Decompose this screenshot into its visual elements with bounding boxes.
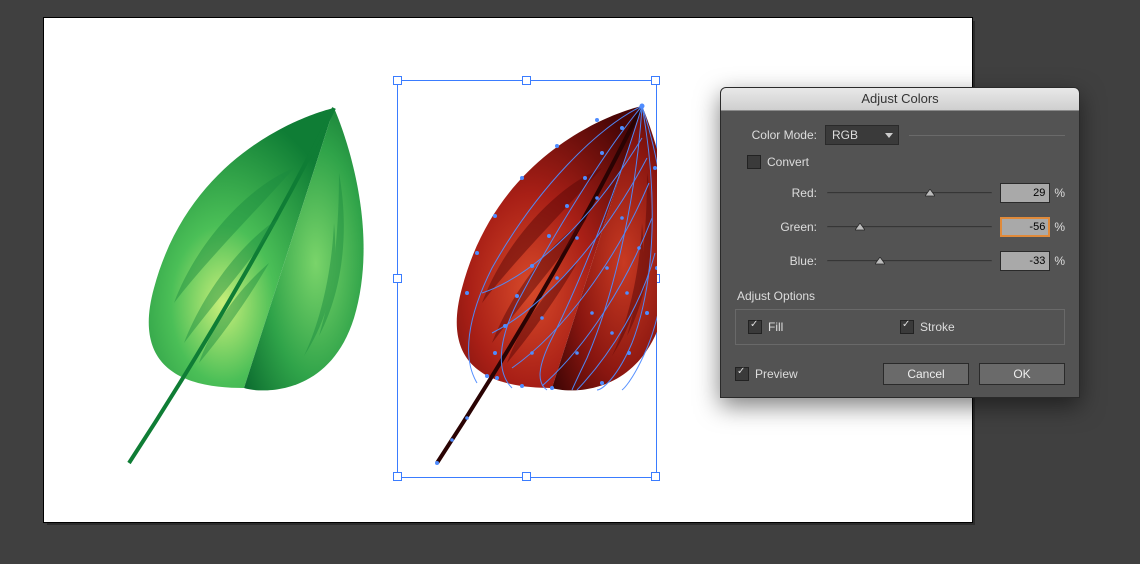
percent-label: % xyxy=(1054,254,1065,268)
percent-label: % xyxy=(1054,220,1065,234)
slider-label: Green: xyxy=(735,220,825,234)
dialog-title[interactable]: Adjust Colors xyxy=(721,88,1079,111)
cancel-button[interactable]: Cancel xyxy=(883,363,969,385)
fill-checkbox[interactable] xyxy=(748,320,762,334)
percent-label: % xyxy=(1054,186,1065,200)
convert-checkbox[interactable] xyxy=(747,155,761,169)
divider xyxy=(909,135,1065,136)
preview-label: Preview xyxy=(755,367,798,381)
slider-label: Red: xyxy=(735,186,825,200)
blue-slider[interactable] xyxy=(827,254,992,268)
adjust-options-group: Fill Stroke xyxy=(735,309,1065,345)
red-slider[interactable] xyxy=(827,186,992,200)
fill-label: Fill xyxy=(768,320,783,334)
slider-label: Blue: xyxy=(735,254,825,268)
stroke-label: Stroke xyxy=(920,320,955,334)
adjust-options-title: Adjust Options xyxy=(737,289,1065,303)
preview-checkbox[interactable] xyxy=(735,367,749,381)
red-leaf-artwork-selected[interactable] xyxy=(397,78,657,478)
stroke-checkbox[interactable] xyxy=(900,320,914,334)
red-value-input[interactable]: 29 xyxy=(1000,183,1050,203)
ok-button[interactable]: OK xyxy=(979,363,1065,385)
green-leaf-artwork[interactable] xyxy=(84,78,394,478)
workspace: Adjust Colors Color Mode: RGB Convert Re… xyxy=(0,0,1140,564)
blue-value-input[interactable]: -33 xyxy=(1000,251,1050,271)
adjust-colors-dialog: Adjust Colors Color Mode: RGB Convert Re… xyxy=(720,87,1080,398)
color-mode-label: Color Mode: xyxy=(735,128,825,142)
green-slider[interactable] xyxy=(827,220,992,234)
color-mode-select[interactable]: RGB xyxy=(825,125,899,145)
convert-label: Convert xyxy=(767,155,809,169)
green-value-input[interactable]: -56 xyxy=(1000,217,1050,237)
